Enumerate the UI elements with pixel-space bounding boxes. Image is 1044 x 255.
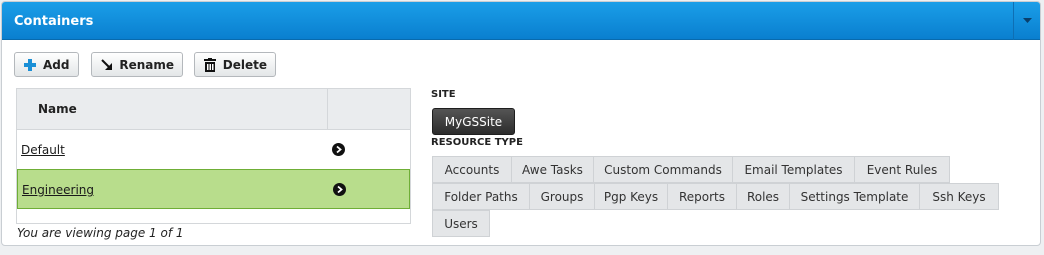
containers-grid: Name Default Engineering — [16, 88, 411, 224]
add-button[interactable]: Add — [14, 52, 79, 77]
tab-users[interactable]: Users — [432, 210, 490, 237]
column-header-name[interactable]: Name — [38, 102, 77, 116]
trash-icon — [203, 57, 217, 72]
tab-groups[interactable]: Groups — [529, 183, 595, 210]
tab-roles[interactable]: Roles — [736, 183, 790, 210]
tab-awe-tasks[interactable]: Awe Tasks — [511, 156, 594, 183]
rename-label: Rename — [119, 57, 174, 72]
arrow-down-right-icon — [100, 58, 113, 72]
collapse-button[interactable] — [1013, 2, 1040, 40]
column-divider — [327, 89, 328, 129]
add-label: Add — [43, 57, 70, 72]
arrow-right-circle-icon[interactable] — [333, 183, 346, 196]
tab-pgp-keys[interactable]: Pgp Keys — [594, 183, 668, 210]
panel-title: Containers — [14, 14, 94, 29]
tab-ssh-keys[interactable]: Ssh Keys — [919, 183, 999, 210]
site-label: SITE — [431, 89, 456, 100]
chevron-down-icon — [1022, 18, 1032, 23]
tab-email-templates[interactable]: Email Templates — [732, 156, 855, 183]
resource-type-label: RESOURCE TYPE — [431, 137, 523, 148]
table-row[interactable]: Default — [17, 130, 410, 170]
table-row-selected[interactable]: Engineering — [17, 169, 410, 209]
plus-icon — [23, 58, 37, 72]
pager-text: You are viewing page 1 of 1 — [17, 226, 184, 240]
tab-folder-paths[interactable]: Folder Paths — [432, 183, 530, 210]
row-link-default[interactable]: Default — [21, 143, 65, 157]
row-link-engineering[interactable]: Engineering — [22, 183, 94, 197]
tab-settings-template[interactable]: Settings Template — [789, 183, 920, 210]
tab-event-rules[interactable]: Event Rules — [854, 156, 950, 183]
rename-button[interactable]: Rename — [91, 52, 183, 77]
delete-button[interactable]: Delete — [194, 52, 276, 77]
grid-header: Name — [17, 89, 410, 130]
containers-panel: Containers Add Rename Delete Name Defaul… — [1, 1, 1041, 246]
tab-reports[interactable]: Reports — [667, 183, 737, 210]
delete-label: Delete — [222, 57, 267, 72]
arrow-right-circle-icon[interactable] — [332, 143, 345, 156]
panel-header: Containers — [2, 2, 1040, 40]
tab-custom-commands[interactable]: Custom Commands — [593, 156, 733, 183]
site-button[interactable]: MyGSSite — [432, 108, 515, 135]
tab-accounts[interactable]: Accounts — [432, 156, 512, 183]
